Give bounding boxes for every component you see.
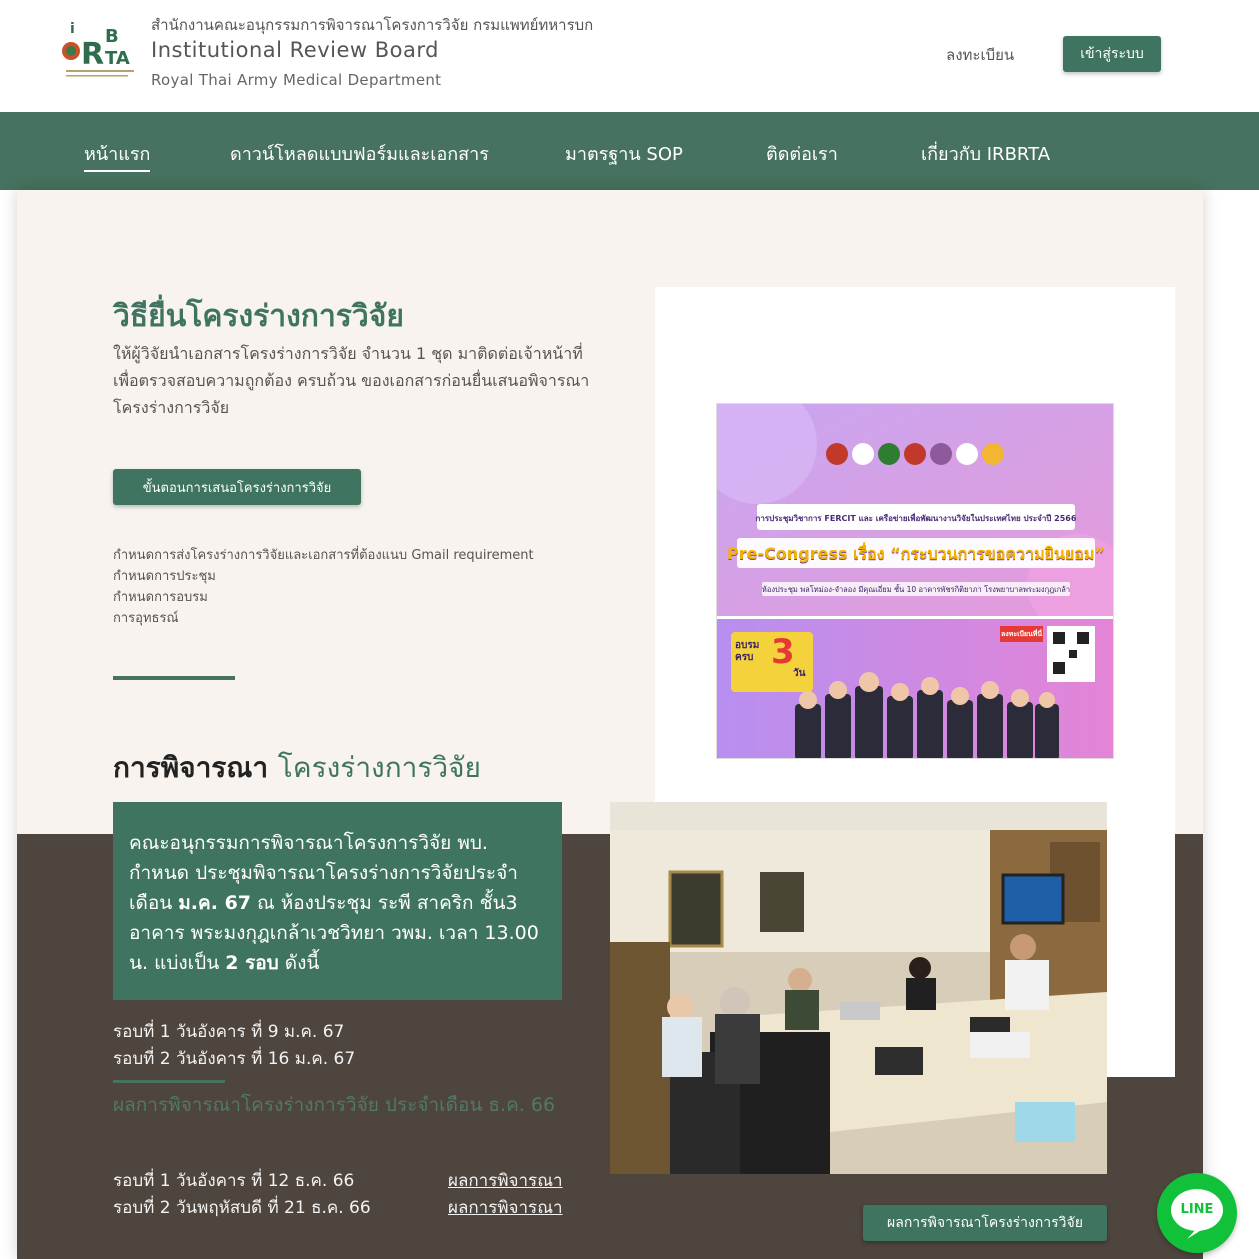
submission-heading: วิธียื่นโครงร่างการวิจัย <box>113 299 404 334</box>
svg-text:B: B <box>105 26 119 47</box>
meeting-round-1: รอบที่ 1 วันอังคาร ที่ 9 ม.ค. 67 <box>113 1022 345 1042</box>
org-name-english: Institutional Review Board <box>151 38 439 62</box>
link-submission-schedule[interactable]: กำหนดการส่งโครงร่างการวิจัยและเอกสารที่ต… <box>113 545 534 566</box>
site-header: i R B TA สำนักงานคณะอนุกรรมการพิจารณาโคร… <box>0 0 1259 112</box>
meeting-notice: คณะอนุกรรมการพิจารณาโครงการวิจัย พบ. กำห… <box>113 802 562 1000</box>
poster-badge-label: อบรม ครบ <box>735 640 760 663</box>
consideration-heading: การพิจารณา โครงร่างการวิจัย <box>113 746 481 790</box>
link-appeal[interactable]: การอุทธรณ์ <box>113 608 534 629</box>
meeting-photo <box>610 802 1107 1174</box>
submission-links: กำหนดการส่งโครงร่างการวิจัยและเอกสารที่ต… <box>113 545 534 629</box>
line-chat-button[interactable]: LINE <box>1157 1173 1237 1253</box>
nav-contact[interactable]: ติดต่อเรา <box>766 139 838 168</box>
main-nav: หน้าแรก ดาวน์โหลดแบบฟอร์มและเอกสาร มาตรฐ… <box>0 112 1259 190</box>
poster-title: Pre-Congress เรื่อง “กระบวนการขอความยินย… <box>727 544 1105 563</box>
submission-description: ให้ผู้วิจัยนำเอกสารโครงร่างการวิจัย จำนว… <box>113 344 590 417</box>
notice-rounds: 2 รอบ <box>225 952 279 974</box>
poster-register-tag: ลงทะเบียนที่นี่ <box>1001 630 1043 638</box>
result-round-1: รอบที่ 1 วันอังคาร ที่ 12 ธ.ค. 66 <box>113 1171 355 1191</box>
irbta-logo[interactable]: i R B TA <box>58 20 140 80</box>
notice-text-3: ดังนี้ <box>278 952 320 974</box>
svg-text:TA: TA <box>105 48 130 69</box>
nav-about[interactable]: เกี่ยวกับ IRBRTA <box>921 139 1050 168</box>
meeting-round-2: รอบที่ 2 วันอังคาร ที่ 16 ม.ค. 67 <box>113 1049 356 1069</box>
notice-month: ม.ค. 67 <box>178 892 252 914</box>
results-button[interactable]: ผลการพิจารณาโครงร่างการวิจัย <box>863 1205 1107 1241</box>
nav-sop[interactable]: มาตรฐาน SOP <box>565 139 683 168</box>
results-divider <box>113 1080 225 1083</box>
results-heading: ผลการพิจารณาโครงร่างการวิจัย ประจำเดือน … <box>113 1094 556 1116</box>
org-name-thai: สำนักงานคณะอนุกรรมการพิจารณาโครงการวิจัย… <box>151 16 594 34</box>
nav-downloads[interactable]: ดาวน์โหลดแบบฟอร์มและเอกสาร <box>230 139 489 168</box>
poster-venue: ห้องประชุม พลโทม่อง-จำลอง มีคุณเอี่ยม ชั… <box>761 585 1071 594</box>
svg-text:R: R <box>81 37 104 72</box>
section-divider <box>113 676 235 680</box>
content-panel: วิธียื่นโครงร่างการวิจัย ให้ผู้วิจัยนำเอ… <box>17 190 1203 1259</box>
link-meeting-schedule[interactable]: กำหนดการประชุม <box>113 566 534 587</box>
link-training-schedule[interactable]: กำหนดการอบรม <box>113 587 534 608</box>
result-round-2: รอบที่ 2 วันพฤหัสบดี ที่ 21 ธ.ค. 66 <box>113 1198 371 1218</box>
consideration-heading-green: โครงร่างการวิจัย <box>277 751 481 784</box>
poster-subtitle: การประชุมวิชาการ FERCIT และ เครือข่ายเพื… <box>755 514 1077 523</box>
nav-home[interactable]: หน้าแรก <box>84 139 151 172</box>
svg-text:i: i <box>70 21 75 37</box>
login-button[interactable]: เข้าสู่ระบบ <box>1063 36 1161 72</box>
line-label: LINE <box>1180 1202 1214 1217</box>
poster-badge-unit: วัน <box>793 668 806 679</box>
register-link[interactable]: ลงทะเบียน <box>946 43 1014 67</box>
submission-steps-button[interactable]: ขั้นตอนการเสนอโครงร่างการวิจัย <box>113 469 361 505</box>
result-link-2[interactable]: ผลการพิจารณา <box>448 1194 563 1221</box>
poster-badge-number: 3 <box>771 632 795 672</box>
department-name: Royal Thai Army Medical Department <box>151 71 442 89</box>
consideration-heading-dark: การพิจารณา <box>113 751 269 784</box>
result-link-1[interactable]: ผลการพิจารณา <box>448 1167 563 1194</box>
event-poster[interactable]: การประชุมวิชาการ FERCIT และ เครือข่ายเพื… <box>716 403 1114 759</box>
